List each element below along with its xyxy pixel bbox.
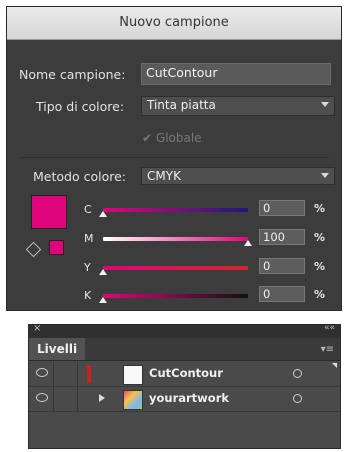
layers-panel: × «« Livelli ▾≡ CutContour yourartwork xyxy=(28,323,341,449)
tab-layers[interactable]: Livelli xyxy=(29,338,86,360)
swatch-name-input[interactable]: CutContour xyxy=(141,63,331,85)
divider xyxy=(21,157,329,158)
layer-color-indicator xyxy=(87,365,91,383)
color-type-label: Tipo di colore: xyxy=(36,99,125,114)
eye-icon[interactable] xyxy=(36,393,48,402)
chevron-down-icon xyxy=(321,102,329,107)
color-preview xyxy=(31,195,67,229)
global-label: Globale xyxy=(155,131,202,145)
channel-y-unit: % xyxy=(314,260,326,273)
color-mode-label: Metodo colore: xyxy=(33,169,126,184)
channel-m-unit: % xyxy=(314,231,326,244)
panel-header: × «« xyxy=(29,323,340,338)
channel-k-label: K xyxy=(84,289,92,302)
channel-y-thumb[interactable] xyxy=(99,269,107,275)
color-mode-dropdown[interactable]: CMYK xyxy=(141,167,335,185)
panel-tab-row: Livelli ▾≡ xyxy=(29,338,340,361)
channel-m-label: M xyxy=(84,232,94,245)
layer-row[interactable]: yourartwork xyxy=(29,387,340,412)
layer-thumbnail xyxy=(123,365,143,385)
layer-name[interactable]: yourartwork xyxy=(149,391,229,405)
divider xyxy=(77,362,78,386)
channel-k-unit: % xyxy=(314,288,326,301)
new-swatch-dialog: Nuovo campione Nome campione: CutContour… xyxy=(6,6,342,311)
panel-menu-icon[interactable]: ▾≡ xyxy=(321,344,334,355)
expand-arrow-icon[interactable] xyxy=(99,394,105,402)
channel-k-thumb[interactable] xyxy=(99,297,107,303)
channel-m-slider[interactable] xyxy=(103,237,248,241)
channel-y-value[interactable]: 0 xyxy=(259,258,305,274)
checkmark-icon: ✔ xyxy=(142,131,153,145)
channel-y-label: Y xyxy=(84,261,91,274)
layer-name[interactable]: CutContour xyxy=(149,366,223,380)
divider xyxy=(77,387,78,411)
layer-thumbnail xyxy=(123,390,143,410)
channel-c-label: C xyxy=(84,203,92,216)
selected-corner-icon xyxy=(332,363,337,368)
color-mode-value: CMYK xyxy=(147,169,181,183)
target-circle-icon[interactable] xyxy=(293,369,302,378)
channel-m-value[interactable]: 100 xyxy=(259,229,305,245)
channel-c-thumb[interactable] xyxy=(99,211,107,217)
dialog-title: Nuovo campione xyxy=(119,15,229,30)
divider xyxy=(53,362,54,386)
target-circle-icon[interactable] xyxy=(293,394,302,403)
collapse-icon[interactable]: «« xyxy=(324,323,335,333)
channel-m-thumb[interactable] xyxy=(244,240,252,246)
global-checkbox[interactable]: ✔ Globale xyxy=(142,131,202,145)
channel-c-unit: % xyxy=(314,202,326,215)
channel-c-slider[interactable] xyxy=(103,208,248,212)
gamut-cube-icon[interactable] xyxy=(25,241,42,258)
dialog-titlebar: Nuovo campione xyxy=(7,7,341,40)
channel-c-value[interactable]: 0 xyxy=(259,200,305,216)
channel-k-value[interactable]: 0 xyxy=(259,286,305,302)
color-type-value: Tinta piatta xyxy=(147,98,216,112)
channel-k-slider[interactable] xyxy=(103,294,248,298)
channel-y-slider[interactable] xyxy=(103,266,248,270)
divider xyxy=(53,387,54,411)
close-icon[interactable]: × xyxy=(33,323,41,334)
eye-icon[interactable] xyxy=(36,368,48,377)
color-swatch-small[interactable] xyxy=(49,240,64,255)
swatch-name-label: Nome campione: xyxy=(19,67,126,82)
color-type-dropdown[interactable]: Tinta piatta xyxy=(141,96,335,116)
layer-row[interactable]: CutContour xyxy=(29,362,340,387)
chevron-down-icon xyxy=(321,173,329,178)
